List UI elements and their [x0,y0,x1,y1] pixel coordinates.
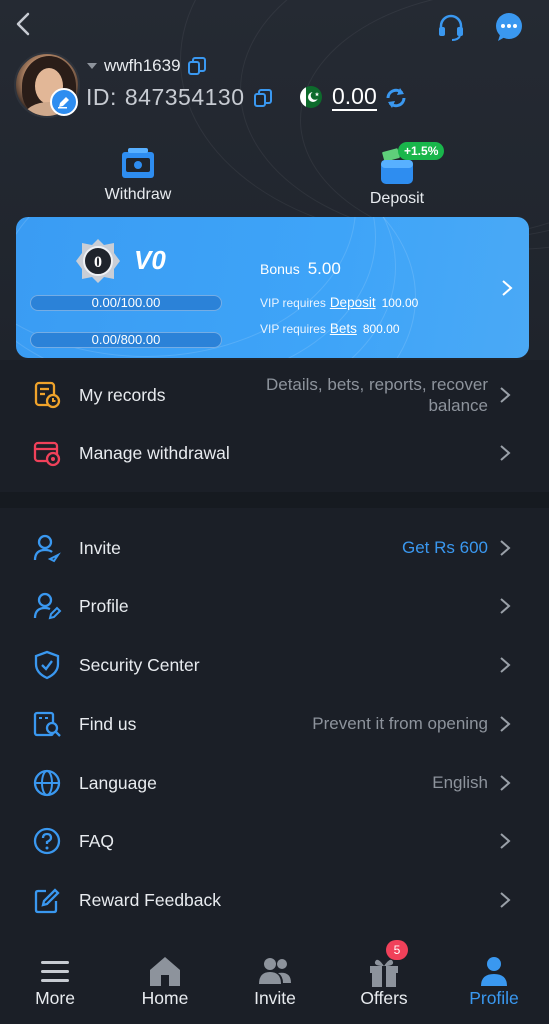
menu-item-find-us[interactable]: Find us Prevent it from opening [0,695,549,753]
profile-person-icon [481,957,507,986]
menu-item-label: Manage withdrawal [79,442,230,463]
headset-icon[interactable] [436,12,466,42]
menu-item-label: FAQ [79,830,115,851]
vip-requires-label: VIP requires [260,322,326,336]
caret-down-icon [87,63,97,69]
edit-avatar-icon[interactable] [50,88,78,116]
vip-deposit-value: 100.00 [381,296,419,310]
tab-label: Invite [254,988,296,1008]
menu-item-label: Reward Feedback [79,889,222,910]
offers-notification-badge: 5 [386,940,408,960]
copy-id-icon[interactable] [253,88,273,108]
copy-username-icon[interactable] [187,56,207,76]
bonus-value: 5.00 [307,259,341,278]
withdraw-icon [122,148,154,178]
deposit-bonus-badge: +1.5% [398,142,445,160]
manage-withdrawal-icon [33,441,61,467]
tab-offers[interactable]: Offers [329,944,439,1024]
menu-item-label: My records [79,384,166,405]
vip-medal-icon: 0 [76,239,120,283]
menu-item-reward-feedback[interactable]: Reward Feedback [0,871,549,929]
users-icon [259,958,291,984]
tab-label: Offers [360,988,408,1008]
chat-bubble-icon[interactable] [494,12,524,42]
chevron-right-icon [500,775,511,791]
wallet-balance[interactable]: 0.00 [332,83,377,111]
withdraw-label: Withdraw [104,186,172,203]
chevron-right-icon [500,657,511,673]
user-id-value: 847354130 [124,84,245,110]
tab-profile[interactable]: Profile [439,944,549,1024]
invite-user-icon [33,534,61,563]
bonus-row: Bonus 5.00 [260,259,341,279]
deposit-progress-bar: 0.00/100.00 [30,295,222,311]
tab-label: Profile [469,988,519,1008]
tab-more[interactable]: More [0,944,110,1024]
menu-item-language[interactable]: Language English [0,754,549,812]
vip-level: V0 [134,245,166,275]
refresh-balance-icon[interactable] [384,86,408,110]
menu-item-label: Find us [79,713,137,734]
vip-deposit-requirement: VIP requires Deposit 100.00 [260,295,418,310]
menu-item-my-records[interactable]: My records Details, bets, reports, recov… [0,366,549,424]
tab-label: More [35,988,75,1008]
menu-item-invite[interactable]: Invite Get Rs 600 [0,519,549,577]
globe-icon [33,769,61,797]
section-divider [0,492,549,508]
deposit-progress-text: 0.00/100.00 [91,295,161,310]
withdraw-button[interactable]: Withdraw [78,148,198,204]
shield-check-icon [34,650,60,680]
vip-bets-link[interactable]: Bets [330,321,357,336]
vip-requires-label: VIP requires [260,296,326,310]
bets-progress-bar: 0.00/800.00 [30,332,222,348]
bets-progress-text: 0.00/800.00 [91,332,161,347]
menu-item-label: Invite [79,537,121,558]
records-icon [34,381,61,409]
username-row: wwfh1639 [86,56,207,76]
vip-medal-number: 0 [94,254,102,271]
chevron-right-icon [500,716,511,732]
profile-edit-icon [33,592,62,620]
tab-home[interactable]: Home [110,944,220,1024]
feedback-edit-icon [34,888,60,914]
invite-reward: Get Rs 600 [402,538,488,557]
user-id-row: ID: 847354130 [86,84,273,111]
menu-hamburger-icon [41,961,69,982]
chevron-right-icon [500,892,511,908]
chevron-right-icon [500,445,511,461]
chevron-right-icon [500,387,511,403]
vip-card[interactable]: 0 V0 0.00/100.00 0.00/800.00 Bonus 5.00 … [16,217,529,358]
back-arrow-icon[interactable] [12,10,36,38]
menu-item-label: Language [79,772,157,793]
current-language: English [432,773,488,792]
bonus-label: Bonus [260,261,300,277]
vip-bets-requirement: VIP requires Bets 800.00 [260,321,400,336]
user-id-label: ID: [86,84,117,110]
bottom-tab-bar: More Home Invite Offers Profile [0,944,549,1024]
vip-deposit-link[interactable]: Deposit [330,295,376,310]
question-circle-icon [33,827,61,855]
chevron-right-icon [500,833,511,849]
menu-item-manage-withdrawal[interactable]: Manage withdrawal [0,424,549,482]
tab-label: Home [141,988,189,1008]
menu-item-security-center[interactable]: Security Center [0,636,549,694]
menu-item-value: Prevent it from opening [312,714,488,733]
menu-item-value: Details, bets, reports, recover balance [265,375,488,415]
menu-item-faq[interactable]: FAQ [0,812,549,870]
home-icon [150,957,180,986]
vip-bets-value: 800.00 [362,322,400,336]
find-building-icon [33,711,61,737]
tab-invite[interactable]: Invite [220,944,330,1024]
menu-item-label: Profile [79,595,129,616]
menu-item-profile[interactable]: Profile [0,577,549,635]
username: wwfh1639 [104,56,181,75]
deposit-label: Deposit [369,190,425,207]
pakistan-flag-icon [300,86,322,108]
chevron-right-icon [500,598,511,614]
menu-item-label: Security Center [79,654,200,675]
chevron-right-icon [500,540,511,556]
chevron-right-icon [502,280,513,296]
